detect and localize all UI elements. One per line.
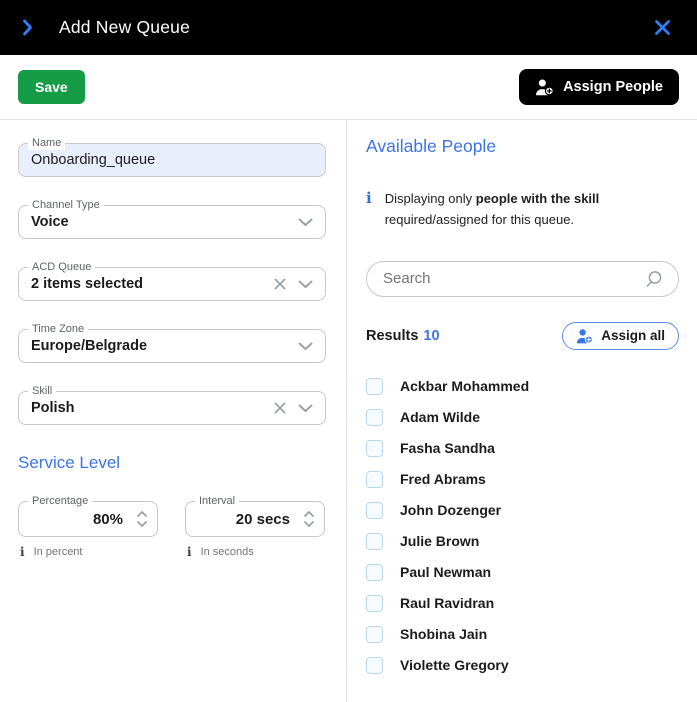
magnifier-icon[interactable]: [644, 269, 664, 289]
results-row: Results10 Assign all: [366, 322, 679, 350]
interval-label: Interval: [195, 494, 239, 508]
person-row[interactable]: Shobina Jain: [366, 619, 679, 650]
channel-type-label: Channel Type: [28, 198, 104, 212]
dialog-header: Add New Queue: [0, 0, 697, 55]
percentage-group: Percentage 80% i In percent: [18, 501, 158, 559]
clear-x-icon[interactable]: [274, 278, 286, 290]
assign-people-button[interactable]: Assign People: [519, 69, 679, 105]
person-name: Julie Brown: [400, 533, 479, 549]
person-row[interactable]: Ackbar Mohammed: [366, 371, 679, 402]
skill-label: Skill: [28, 384, 56, 398]
acd-queue-value: 2 items selected: [31, 276, 143, 292]
info-i-icon: i: [366, 189, 372, 231]
person-name: Paul Newman: [400, 564, 491, 580]
service-level-row: Percentage 80% i In percent Int: [18, 501, 326, 559]
channel-type-field[interactable]: Channel Type Voice: [18, 205, 326, 239]
assign-all-label: Assign all: [601, 328, 665, 343]
info-i-icon: i: [187, 545, 192, 559]
chevron-down-icon[interactable]: [298, 404, 313, 413]
action-toolbar: Save Assign People: [0, 55, 697, 120]
person-checkbox[interactable]: [366, 440, 383, 457]
results-count: 10: [423, 328, 439, 344]
dialog-title: Add New Queue: [59, 17, 190, 38]
interval-helper-text: In seconds: [201, 546, 254, 558]
chevron-down-icon[interactable]: [298, 280, 313, 289]
queue-form-panel: Name Channel Type Voice ACD Queue 2 item…: [0, 120, 347, 702]
percentage-label: Percentage: [28, 494, 92, 508]
person-name: Shobina Jain: [400, 626, 487, 642]
name-field-label: Name: [28, 136, 65, 150]
percentage-helper: i In percent: [18, 545, 158, 559]
interval-field[interactable]: Interval 20 secs: [185, 501, 325, 537]
time-zone-value: Europe/Belgrade: [31, 338, 147, 354]
person-row[interactable]: John Dozenger: [366, 495, 679, 526]
results-label: Results10: [366, 328, 440, 344]
person-checkbox[interactable]: [366, 533, 383, 550]
dialog-body: Name Channel Type Voice ACD Queue 2 item…: [0, 120, 697, 702]
person-name: Raul Ravidran: [400, 595, 494, 611]
chevron-right-icon[interactable]: [22, 19, 33, 36]
person-row[interactable]: Raul Ravidran: [366, 588, 679, 619]
chevron-down-icon[interactable]: [298, 342, 313, 351]
chevron-down-icon[interactable]: [298, 218, 313, 227]
acd-queue-label: ACD Queue: [28, 260, 95, 274]
person-row[interactable]: Adam Wilde: [366, 402, 679, 433]
person-row[interactable]: Violette Gregory: [366, 650, 679, 681]
person-checkbox[interactable]: [366, 564, 383, 581]
person-checkbox[interactable]: [366, 409, 383, 426]
up-down-caret-icon[interactable]: [135, 508, 149, 530]
people-search-box[interactable]: [366, 261, 679, 297]
interval-group: Interval 20 secs i In seconds: [185, 501, 325, 559]
person-row[interactable]: Fasha Sandha: [366, 433, 679, 464]
name-input[interactable]: [31, 152, 313, 168]
person-add-icon: [576, 328, 593, 344]
person-row[interactable]: Fred Abrams: [366, 464, 679, 495]
person-checkbox[interactable]: [366, 626, 383, 643]
person-checkbox[interactable]: [366, 502, 383, 519]
save-button[interactable]: Save: [18, 70, 85, 104]
percentage-value[interactable]: 80%: [31, 511, 123, 528]
person-row[interactable]: Paul Newman: [366, 557, 679, 588]
percentage-field[interactable]: Percentage 80%: [18, 501, 158, 537]
skill-filter-note: i Displaying only people with the skill …: [366, 189, 679, 231]
person-add-icon: [535, 78, 554, 96]
percentage-helper-text: In percent: [34, 546, 83, 558]
people-search-input[interactable]: [383, 270, 644, 287]
up-down-caret-icon[interactable]: [302, 508, 316, 530]
interval-value[interactable]: 20 secs: [198, 511, 290, 528]
service-level-heading: Service Level: [18, 453, 326, 473]
channel-type-value: Voice: [31, 214, 69, 230]
skill-value: Polish: [31, 400, 75, 416]
info-i-icon: i: [20, 545, 25, 559]
skill-filter-note-text: Displaying only people with the skill re…: [385, 189, 635, 231]
person-checkbox[interactable]: [366, 595, 383, 612]
person-name: Adam Wilde: [400, 409, 480, 425]
person-checkbox[interactable]: [366, 378, 383, 395]
person-name: Ackbar Mohammed: [400, 378, 529, 394]
person-checkbox[interactable]: [366, 657, 383, 674]
assign-people-label: Assign People: [563, 79, 663, 95]
available-people-heading: Available People: [366, 136, 679, 157]
interval-helper: i In seconds: [185, 545, 325, 559]
person-name: John Dozenger: [400, 502, 501, 518]
person-name: Fasha Sandha: [400, 440, 495, 456]
name-field[interactable]: Name: [18, 143, 326, 177]
acd-queue-field[interactable]: ACD Queue 2 items selected: [18, 267, 326, 301]
people-list: Ackbar Mohammed Adam Wilde Fasha Sandha …: [366, 371, 679, 681]
time-zone-label: Time Zone: [28, 322, 88, 336]
assign-all-button[interactable]: Assign all: [562, 322, 679, 350]
close-icon[interactable]: [650, 15, 675, 40]
available-people-panel: Available People i Displaying only peopl…: [347, 120, 697, 702]
person-name: Fred Abrams: [400, 471, 486, 487]
person-checkbox[interactable]: [366, 471, 383, 488]
person-name: Violette Gregory: [400, 657, 509, 673]
clear-x-icon[interactable]: [274, 402, 286, 414]
person-row[interactable]: Julie Brown: [366, 526, 679, 557]
skill-field[interactable]: Skill Polish: [18, 391, 326, 425]
time-zone-field[interactable]: Time Zone Europe/Belgrade: [18, 329, 326, 363]
